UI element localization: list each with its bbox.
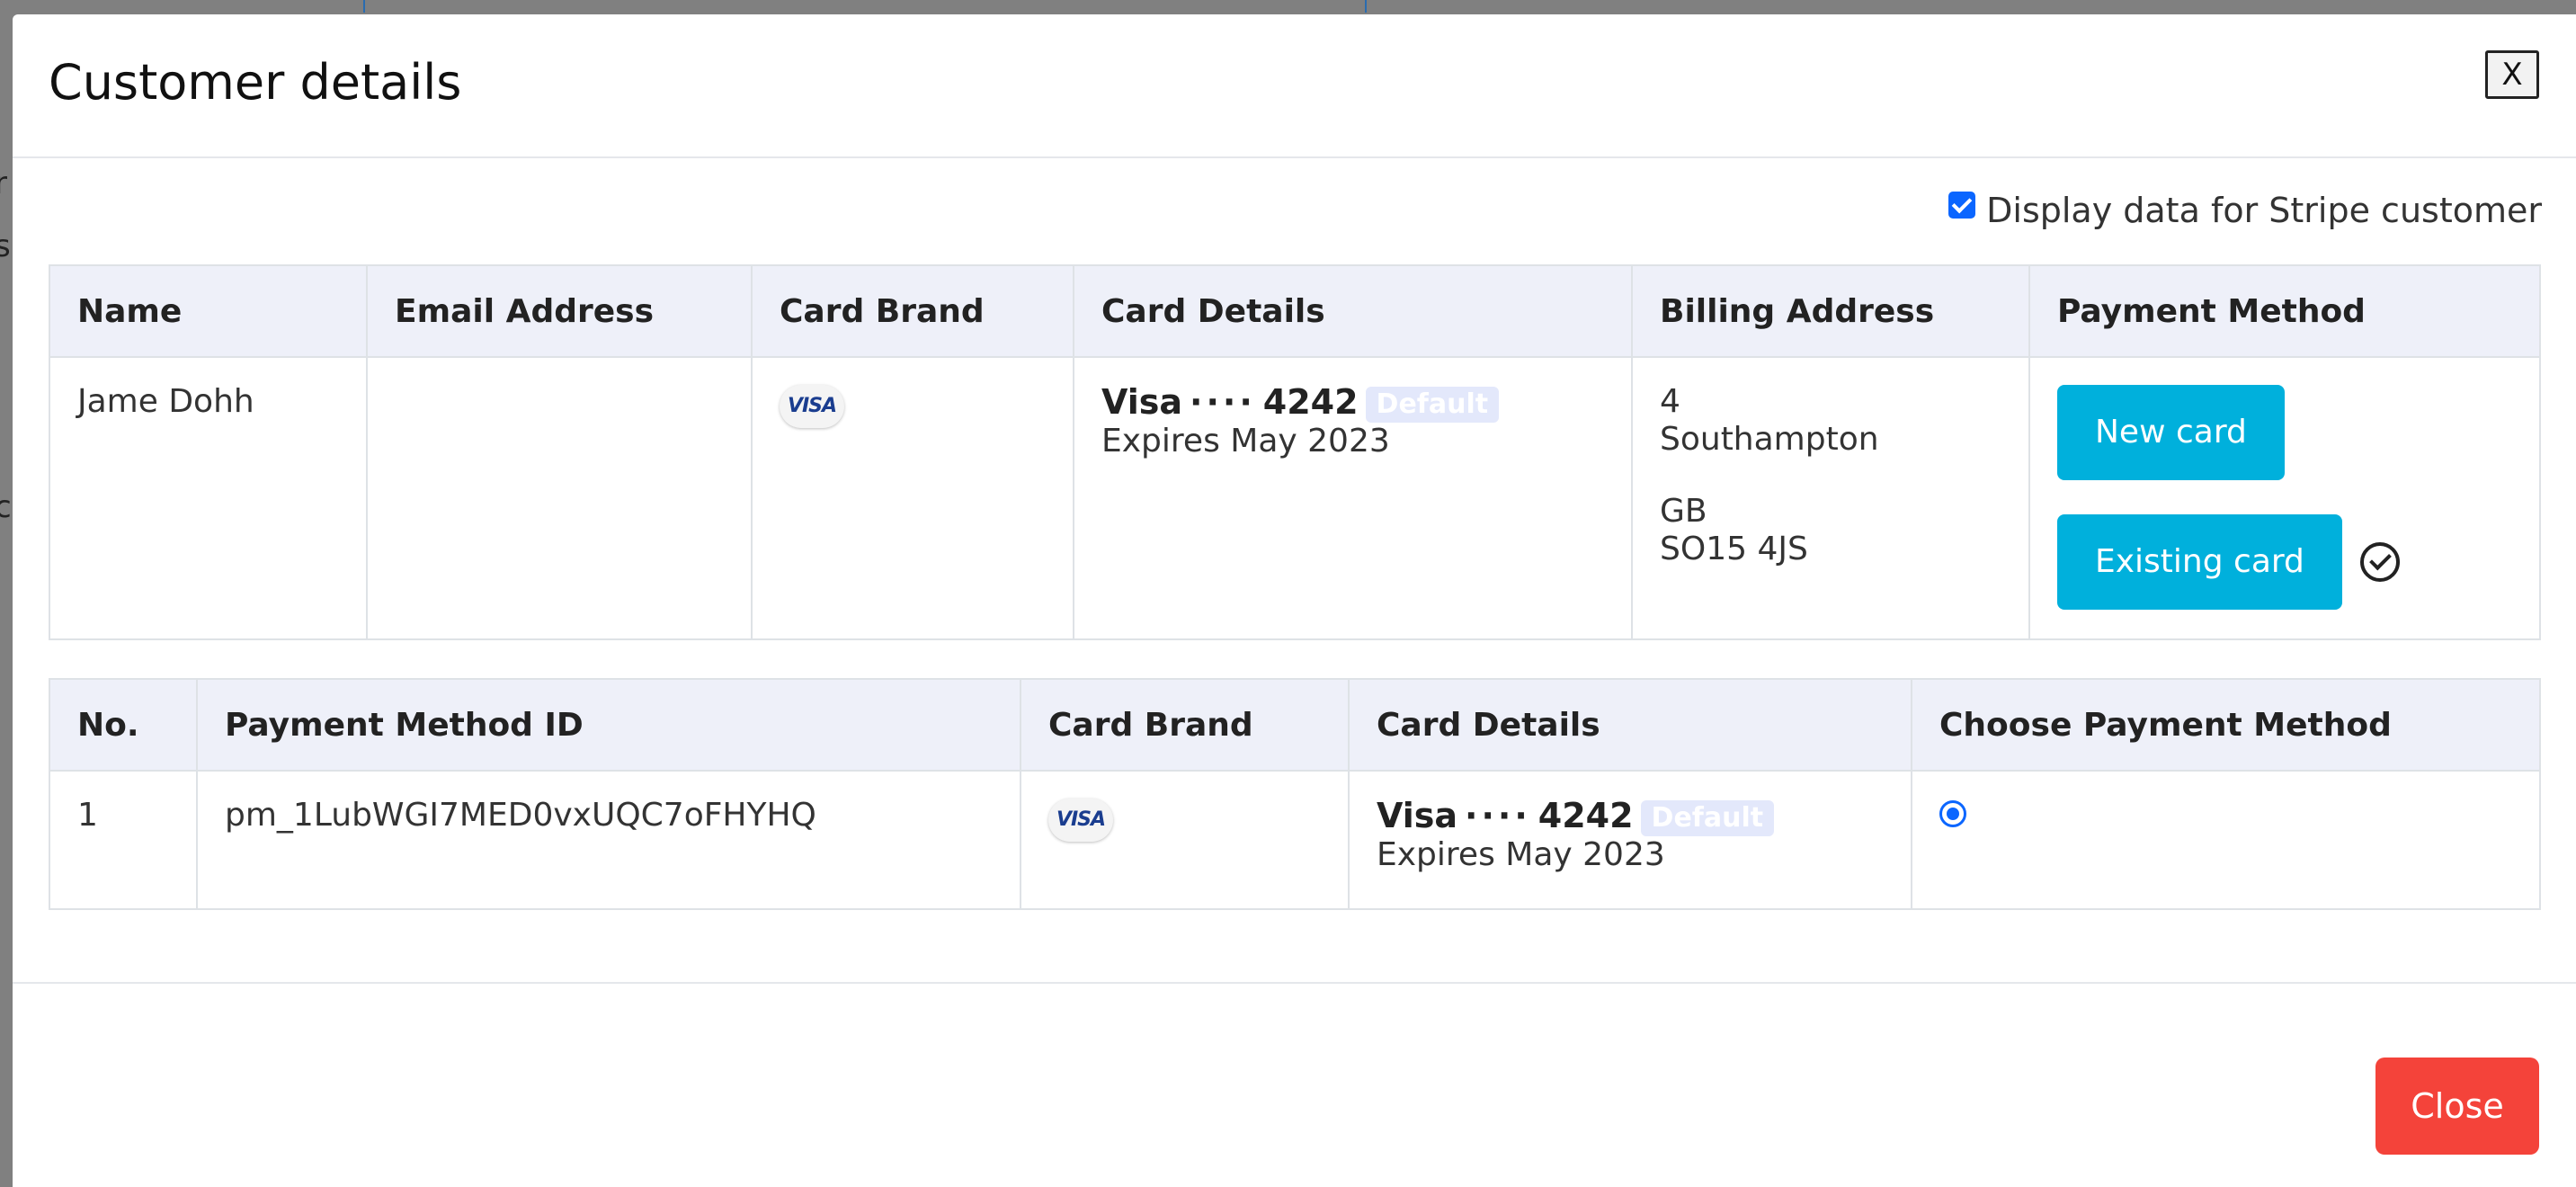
column-header-card-details: Card Details bbox=[1348, 678, 1912, 772]
backdrop-text-fragment: c bbox=[0, 489, 12, 525]
backdrop-text-fragment: s bbox=[0, 228, 11, 264]
card-last4: 4242 bbox=[1262, 382, 1359, 422]
default-badge: Default bbox=[1365, 386, 1500, 423]
payment-method-radio[interactable] bbox=[1939, 800, 1966, 827]
column-header-card-brand: Card Brand bbox=[1020, 678, 1350, 772]
default-badge: Default bbox=[1640, 799, 1775, 836]
card-details-cell: Visa ···· 4242 Default Expires May 2023 bbox=[1348, 770, 1912, 910]
backdrop-line bbox=[363, 0, 365, 13]
column-header-name: Name bbox=[49, 264, 368, 358]
check-circle-icon bbox=[2359, 542, 2400, 582]
visa-icon: VISA bbox=[1048, 799, 1113, 842]
column-header-card-brand: Card Brand bbox=[751, 264, 1074, 358]
choose-payment-method-cell bbox=[1911, 770, 2541, 910]
stripe-customer-toggle-label: Display data for Stripe customer bbox=[1986, 191, 2542, 230]
billing-address-spacer bbox=[1660, 459, 2001, 493]
payment-methods-table: No. Payment Method ID Card Brand Card De… bbox=[49, 678, 2541, 910]
column-header-card-details: Card Details bbox=[1073, 264, 1633, 358]
modal-title: Customer details bbox=[49, 54, 462, 111]
billing-address-cell: 4 Southampton GB SO15 4JS bbox=[1631, 356, 2030, 640]
card-last4: 4242 bbox=[1538, 796, 1634, 835]
stripe-customer-toggle[interactable]: Display data for Stripe customer bbox=[1948, 191, 2542, 230]
card-mask-dots: ···· bbox=[1465, 796, 1531, 835]
footer-divider bbox=[13, 982, 2576, 984]
payment-method-id: pm_1LubWGI7MED0vxUQC7oFHYHQ bbox=[196, 770, 1021, 910]
column-header-email: Email Address bbox=[366, 264, 753, 358]
column-header-no: No. bbox=[49, 678, 198, 772]
billing-address-country: GB bbox=[1660, 493, 1707, 530]
billing-address-line1: 4 bbox=[1660, 383, 1680, 420]
backdrop-line bbox=[1365, 0, 1367, 13]
customer-details-modal: Customer details X Display data for Stri… bbox=[13, 14, 2576, 1187]
card-expiry: Expires May 2023 bbox=[1377, 835, 1665, 873]
card-brand-name: Visa bbox=[1101, 382, 1183, 422]
modal-header: Customer details X bbox=[13, 14, 2576, 158]
visa-icon: VISA bbox=[780, 385, 844, 428]
table-row: Jame Dohh VISA Visa ···· 4242 Default Expir… bbox=[49, 356, 2541, 640]
column-header-choose-payment-method: Choose Payment Method bbox=[1911, 678, 2541, 772]
row-number: 1 bbox=[49, 770, 198, 910]
existing-card-row: Existing card bbox=[2057, 514, 2512, 610]
customer-table: Name Email Address Card Brand Card Detai… bbox=[49, 264, 2541, 640]
new-card-button[interactable]: New card bbox=[2057, 385, 2285, 480]
card-brand-cell: VISA bbox=[751, 356, 1074, 640]
methods-table-header-row: No. Payment Method ID Card Brand Card De… bbox=[49, 678, 2541, 772]
column-header-billing-address: Billing Address bbox=[1631, 264, 2030, 358]
existing-card-button[interactable]: Existing card bbox=[2057, 514, 2342, 610]
card-brand-name: Visa bbox=[1377, 796, 1458, 835]
card-mask-dots: ···· bbox=[1190, 382, 1256, 422]
card-summary: Visa ···· 4242 Default bbox=[1101, 383, 1604, 423]
customer-table-header-row: Name Email Address Card Brand Card Detai… bbox=[49, 264, 2541, 358]
card-summary: Visa ···· 4242 Default bbox=[1377, 797, 1884, 836]
card-brand-cell: VISA bbox=[1020, 770, 1350, 910]
billing-address-postcode: SO15 4JS bbox=[1660, 531, 1808, 567]
stripe-customer-checkbox[interactable] bbox=[1948, 192, 1976, 219]
card-details-cell: Visa ···· 4242 Default Expires May 2023 bbox=[1073, 356, 1633, 640]
card-expiry: Expires May 2023 bbox=[1101, 422, 1390, 460]
table-row: 1 pm_1LubWGI7MED0vxUQC7oFHYHQ VISA Visa ·… bbox=[49, 770, 2541, 910]
modal-close-x-button[interactable]: X bbox=[2485, 50, 2539, 99]
payment-method-cell: New card Existing card bbox=[2028, 356, 2541, 640]
customer-email bbox=[366, 356, 753, 640]
close-button[interactable]: Close bbox=[2375, 1058, 2539, 1155]
column-header-payment-method-id: Payment Method ID bbox=[196, 678, 1021, 772]
billing-address-city: Southampton bbox=[1660, 421, 1879, 458]
backdrop-text-fragment: r bbox=[0, 165, 7, 201]
column-header-payment-method: Payment Method bbox=[2028, 264, 2541, 358]
customer-name: Jame Dohh bbox=[49, 356, 368, 640]
